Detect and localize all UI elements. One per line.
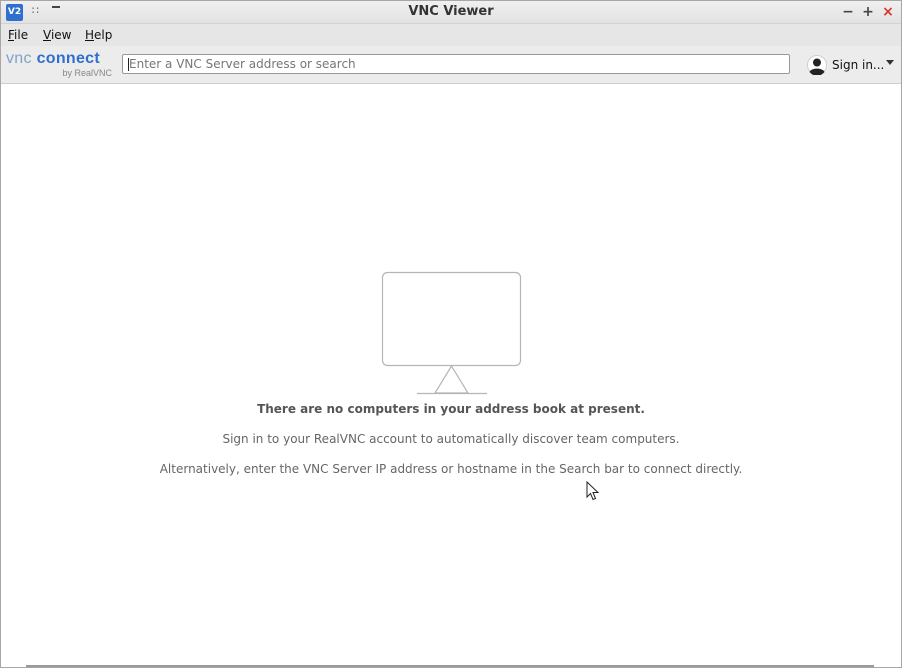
text-caret — [128, 58, 129, 71]
minimize-button[interactable]: − — [839, 3, 857, 21]
bottom-edge — [26, 665, 874, 667]
logo-connect-text: connect — [36, 50, 101, 67]
logo-byline: by RealVNC — [62, 68, 112, 78]
vnc-connect-logo: vnc connect by RealVNC — [6, 50, 114, 80]
menu-file-rest: ile — [14, 28, 29, 42]
maximize-button[interactable]: + — [859, 3, 877, 21]
menu-help[interactable]: Help — [85, 28, 112, 42]
search-input[interactable] — [122, 54, 790, 74]
sign-in-button[interactable]: Sign in... — [805, 54, 897, 76]
chevron-down-icon[interactable] — [886, 60, 894, 65]
window-title: VNC Viewer — [408, 4, 494, 19]
menu-view-mnemonic: V — [43, 28, 51, 42]
menu-help-rest: elp — [94, 28, 113, 42]
empty-state-title: There are no computers in your address b… — [257, 402, 645, 416]
toolbar: vnc connect by RealVNC Sign in... — [1, 46, 901, 84]
menu-file[interactable]: File — [8, 28, 28, 42]
address-book-area: There are no computers in your address b… — [1, 84, 901, 667]
monitor-icon — [381, 271, 522, 395]
logo-wordmark: vnc connect — [6, 50, 100, 68]
sign-in-label: Sign in... — [832, 58, 885, 72]
mouse-pointer-icon — [586, 481, 600, 501]
logo-vnc-text: vnc — [6, 50, 32, 67]
empty-state-signin-hint: Sign in to your RealVNC account to autom… — [222, 432, 680, 446]
menu-view-rest: iew — [50, 28, 72, 42]
user-avatar-icon — [807, 55, 827, 75]
menu-bar: File View Help — [1, 24, 901, 46]
title-bar[interactable]: V2 ∷ VNC Viewer − + × — [1, 1, 901, 24]
vnc-viewer-window: V2 ∷ VNC Viewer − + × File View Help vnc… — [0, 0, 902, 668]
close-button[interactable]: × — [879, 3, 897, 21]
empty-state-search-hint: Alternatively, enter the VNC Server IP a… — [159, 462, 743, 476]
menu-help-mnemonic: H — [85, 28, 95, 42]
menu-view[interactable]: View — [43, 28, 71, 42]
